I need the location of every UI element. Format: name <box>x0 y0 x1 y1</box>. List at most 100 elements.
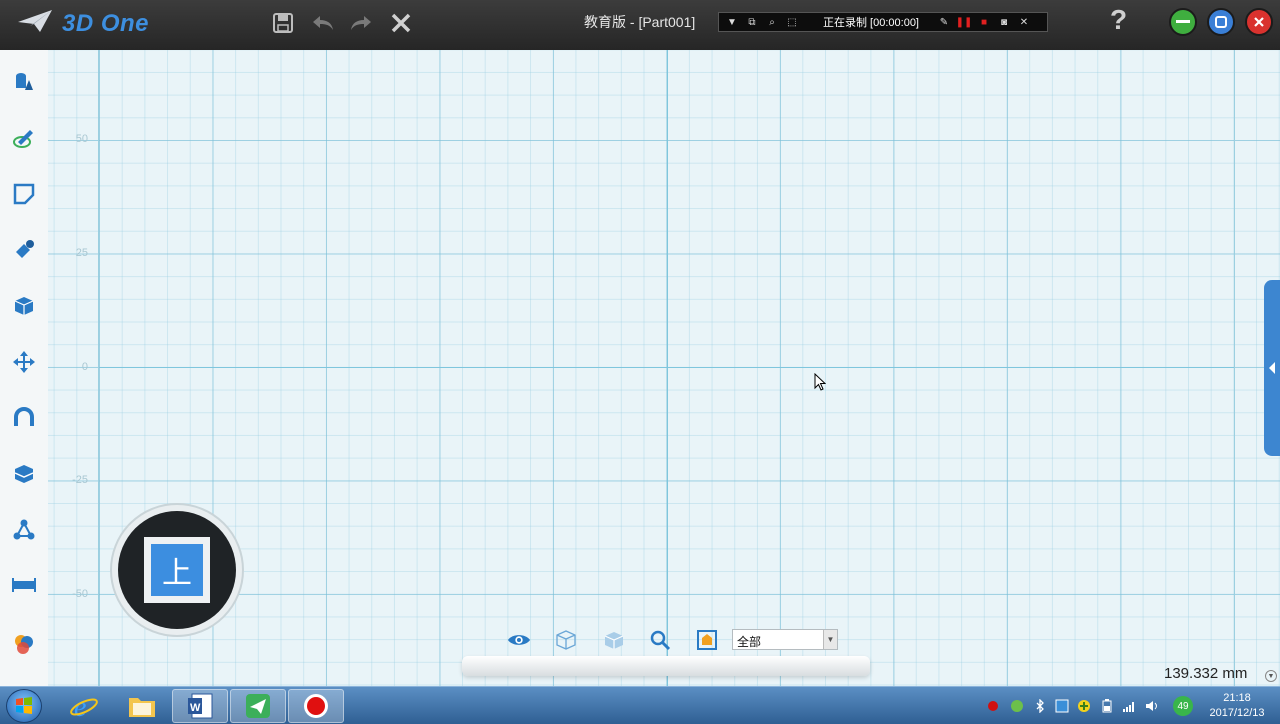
tray-security-icon[interactable] <box>1010 699 1024 713</box>
combine-tool[interactable] <box>10 460 38 488</box>
pen-icon[interactable]: ✎ <box>937 15 951 29</box>
shaded-cube-icon <box>604 632 624 649</box>
special-function-tool[interactable] <box>10 292 38 320</box>
shaded-view-button[interactable] <box>602 628 626 652</box>
filter-select[interactable]: 全部 ▼ <box>732 629 838 650</box>
view-cube-top-face[interactable]: 上 <box>151 544 203 596</box>
restore-icon <box>1215 16 1227 28</box>
move-icon <box>13 351 35 373</box>
clock-time: 21:18 <box>1223 692 1251 704</box>
magnifier-icon <box>650 630 671 651</box>
signal-icon[interactable] <box>1122 699 1136 713</box>
move-tool[interactable] <box>10 348 38 376</box>
y-tick-label: 50 <box>75 133 88 145</box>
dropdown-arrow-icon[interactable]: ▼ <box>725 15 739 29</box>
pause-icon[interactable]: ❚❚ <box>956 15 973 29</box>
restore-button[interactable] <box>1207 8 1235 36</box>
combine-icon <box>14 465 34 483</box>
pattern-icon <box>13 519 35 540</box>
feature-icon <box>16 240 34 258</box>
taskbar-ie[interactable]: e <box>56 689 112 723</box>
system-clock[interactable]: 21:18 2017/12/13 <box>1202 691 1272 721</box>
svg-text:W: W <box>190 702 201 714</box>
close-icon <box>391 13 411 33</box>
document-title: 教育版 - [Part001] <box>584 14 696 30</box>
window-icon[interactable]: ⧉ <box>745 15 759 29</box>
minimize-icon <box>1176 20 1190 23</box>
left-toolbar <box>0 50 48 686</box>
measure-tool[interactable] <box>10 572 38 600</box>
y-tick-label: -25 <box>72 474 88 486</box>
undo-button[interactable] <box>308 8 338 38</box>
clock-date: 2017/12/13 <box>1209 707 1265 719</box>
close-window-icon <box>1254 17 1264 27</box>
taskbar-3done[interactable] <box>230 689 286 723</box>
snap-tool[interactable] <box>10 404 38 432</box>
eye-icon <box>507 635 531 645</box>
camera-icon[interactable]: ◙ <box>997 15 1011 29</box>
title-bar: 3D One 教育版 - [Part001] ▼ ⧉ ⌕ ⬚ 正在录制 [00:… <box>0 0 1280 50</box>
grid-right-edge <box>1234 50 1235 686</box>
word-icon: W <box>188 693 213 719</box>
tray-update-icon[interactable] <box>1077 699 1091 713</box>
y-tick-label: 0 <box>81 361 88 373</box>
redo-button[interactable] <box>346 8 376 38</box>
taskbar-word[interactable]: W <box>172 689 228 723</box>
right-panel-toggle[interactable] <box>1264 280 1280 456</box>
measurement-readout: 139.332 mm <box>1164 665 1248 682</box>
record-icon <box>304 694 328 718</box>
internet-explorer-icon: e <box>70 692 98 721</box>
wireframe-view-button[interactable] <box>554 628 578 652</box>
app-logo-text: 3D One <box>62 9 150 37</box>
taskbar-recorder[interactable] <box>288 689 344 723</box>
bluetooth-icon[interactable] <box>1033 699 1047 713</box>
basic-solid-tool[interactable] <box>10 68 38 96</box>
tray-record-icon[interactable] <box>986 699 1000 713</box>
close-window-button[interactable] <box>1245 8 1273 36</box>
basic-solid-icon <box>16 73 33 90</box>
sketch-icon <box>13 130 33 148</box>
sketch-edit-tool[interactable] <box>10 180 38 208</box>
taskbar-explorer[interactable] <box>114 689 170 723</box>
chevron-down-icon[interactable]: ▼ <box>823 630 837 649</box>
view-toolbar-base <box>462 656 870 676</box>
pattern-tool[interactable] <box>10 516 38 544</box>
3done-app-icon <box>246 694 270 718</box>
y-tick-label: 25 <box>75 247 88 259</box>
paper-plane-icon <box>16 8 54 39</box>
display-toggle-button[interactable] <box>507 628 531 652</box>
help-button[interactable]: ? <box>1110 4 1127 36</box>
minimize-button[interactable] <box>1169 8 1197 36</box>
battery-icon[interactable] <box>1100 699 1114 713</box>
sketch-tool[interactable] <box>10 124 38 152</box>
filter-selection-button[interactable] <box>695 628 719 652</box>
start-button[interactable] <box>6 689 42 723</box>
feature-tool[interactable] <box>10 236 38 264</box>
folder-icon <box>129 698 155 717</box>
close-document-button[interactable] <box>386 8 416 38</box>
region-icon[interactable]: ⬚ <box>785 15 799 29</box>
stop-icon[interactable]: ■ <box>977 15 991 29</box>
recorder-close-icon[interactable]: ✕ <box>1017 15 1031 29</box>
zoom-fit-button[interactable] <box>648 628 672 652</box>
filter-select-value: 全部 <box>737 635 762 649</box>
ruler-icon <box>12 578 36 592</box>
material-tool[interactable] <box>10 630 38 658</box>
magnet-icon <box>14 407 34 426</box>
tray-input-icon[interactable] <box>1055 699 1069 713</box>
zoom-icon[interactable]: ⌕ <box>765 15 779 29</box>
tray-badge[interactable]: 49 <box>1173 696 1193 716</box>
windows-taskbar: e W 49 21:18 2017/12/13 <box>0 686 1280 724</box>
recorder-bar: ▼ ⧉ ⌕ ⬚ 正在录制 [00:00:00] ✎ ❚❚ ■ ◙ ✕ <box>718 12 1048 32</box>
y-tick-label: -50 <box>72 588 88 600</box>
save-button[interactable] <box>268 8 298 38</box>
volume-icon[interactable] <box>1145 699 1159 713</box>
cube-icon <box>14 297 34 315</box>
grid-left-edge <box>98 50 99 686</box>
unit-dropdown-icon[interactable]: ▼ <box>1265 670 1277 682</box>
view-cube[interactable]: 上 <box>110 503 244 637</box>
redo-icon <box>351 16 371 30</box>
save-icon <box>273 13 293 33</box>
mouse-cursor-icon <box>814 373 826 391</box>
view-cube-ring: 上 <box>118 511 236 629</box>
